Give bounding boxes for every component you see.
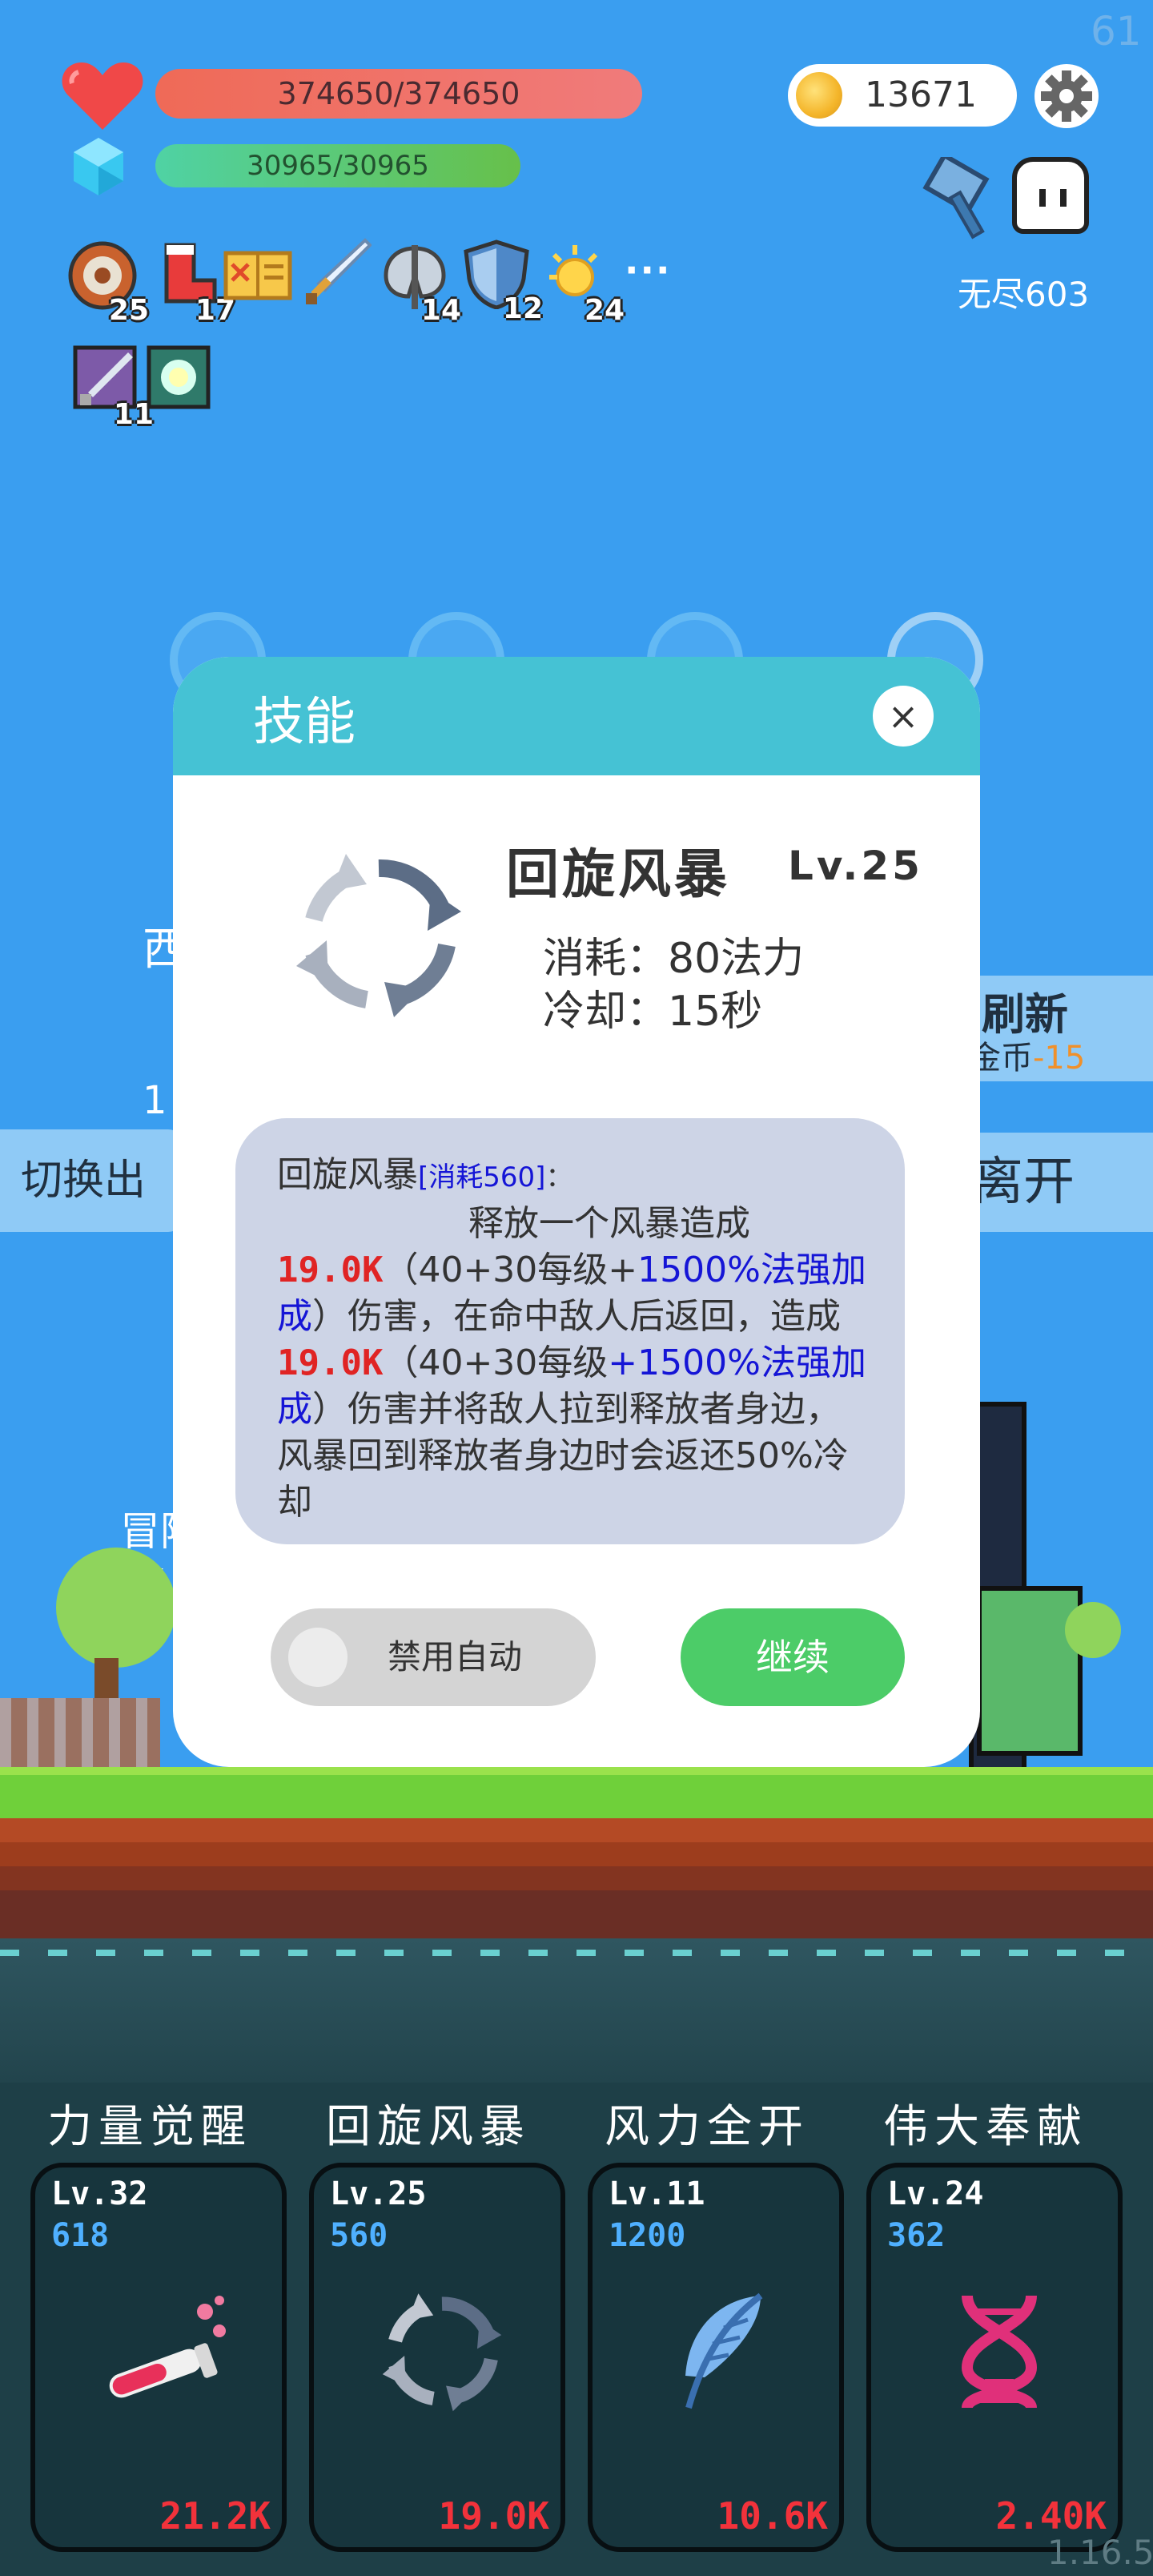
buff-count: 12 (502, 292, 543, 325)
skill-damage: 10.6K (717, 2494, 828, 2538)
skill-card-full-wind[interactable]: Lv.11 1200 10.6K (588, 2163, 844, 2552)
skill-description: 回旋风暴[消耗560]： 释放一个风暴造成 19.0K（40+30每级+1500… (277, 1152, 870, 1526)
mp-bar: 30965/30965 (155, 144, 520, 187)
desc-part2a: （40+30每级 (383, 1342, 609, 1383)
coin-icon (796, 72, 842, 119)
skill-damage: 19.0K (438, 2494, 549, 2538)
desc-part1c: ）伤害，在命中敌人后返回，造成 (312, 1296, 841, 1337)
skill-level: Lv.25 (330, 2176, 427, 2212)
endless-level-label: 无尽603 (958, 275, 1090, 314)
skill-card-whirlwind[interactable]: Lv.25 560 19.0K (309, 2163, 565, 2552)
buff-slot[interactable]: 12 (461, 239, 543, 325)
skill-card-strength-awaken[interactable]: Lv.32 618 21.2K (30, 2163, 287, 2552)
stage-number: 1 (143, 1078, 167, 1123)
buff-slot[interactable] (301, 237, 378, 314)
toggle-label: 禁用自动 (388, 1637, 523, 1676)
buff-slot[interactable]: 11 (72, 344, 154, 431)
hp-value: 374650/374650 (277, 76, 520, 111)
hp-bar: 374650/374650 (155, 69, 642, 119)
buff-slot[interactable]: 24 (543, 240, 625, 327)
desc-cost-tag: [消耗560] (418, 1161, 546, 1193)
auto-cast-toggle[interactable]: 禁用自动 (271, 1608, 596, 1706)
skill-cooldown: 冷却：15秒 (543, 988, 763, 1036)
mp-value: 30965/30965 (247, 150, 429, 182)
leave-button[interactable]: 离开 (953, 1133, 1153, 1232)
coin-value: 13671 (865, 74, 977, 115)
buff-count: 24 (584, 294, 625, 327)
relic-axe-icon[interactable] (916, 157, 1007, 240)
refresh-cost-value: -15 (1033, 1040, 1086, 1077)
skill-title-1: 力量觉醒 (47, 2101, 252, 2153)
skill-title-4: 伟大奉献 (883, 2101, 1088, 2153)
continue-button[interactable]: 继续 (681, 1608, 905, 1706)
skill-cost: 消耗：80法力 (543, 935, 805, 983)
skill-level: Lv.25 (788, 843, 923, 889)
ground-grass (0, 1767, 1153, 1818)
buff-slot[interactable]: 17 (154, 240, 235, 327)
skill-card-great-devotion[interactable]: Lv.24 362 2.40K (866, 2163, 1123, 2552)
refresh-cost: 金币-15 (969, 1032, 1085, 1078)
whirlwind-icon (382, 2293, 502, 2412)
ghost-pet-icon[interactable] (1012, 157, 1089, 234)
buff-slot[interactable]: 14 (380, 240, 461, 327)
more-buffs-button[interactable]: ··· (625, 248, 671, 292)
skill-mana: 1200 (609, 2217, 686, 2254)
desc-colon: ： (545, 1161, 573, 1193)
enemy-figure-body (977, 1586, 1083, 1756)
sword-icon (306, 238, 372, 304)
buff-count: 14 (420, 294, 461, 327)
refresh-button[interactable]: 刷新 金币-15 (953, 976, 1153, 1081)
skill-mana: 362 (887, 2217, 946, 2254)
buff-slot[interactable] (223, 240, 299, 317)
fps-counter: 61 (1091, 8, 1142, 54)
dialog-title: 技能 (253, 693, 356, 752)
skill-damage: 21.2K (159, 2494, 271, 2538)
toggle-knob[interactable] (288, 1628, 348, 1687)
skill-damage: 2.40K (995, 2494, 1107, 2538)
desc-part1a: （40+30每级+ (383, 1250, 638, 1290)
dialog-header: 技能 × (173, 657, 980, 775)
scroll-icon (223, 251, 292, 300)
ground-dirt (0, 1818, 1153, 1938)
feather-icon (685, 2292, 763, 2409)
gear-icon[interactable] (1033, 62, 1100, 130)
mana-gem-icon (74, 138, 123, 195)
skill-level: Lv.11 (609, 2176, 705, 2212)
buff-count: 25 (108, 294, 149, 327)
desc-part2c: ）伤害并将敌人拉到释放者身边，风暴回到释放者身边时会返还50%冷却 (277, 1389, 849, 1523)
heart-icon (62, 62, 143, 130)
skill-mana: 618 (51, 2217, 110, 2254)
skill-mana: 560 (330, 2217, 388, 2254)
switch-button[interactable]: 切换出 (0, 1129, 184, 1232)
gem-frame-icon (147, 345, 211, 409)
desc-skill-name: 回旋风暴 (277, 1154, 418, 1195)
whirlwind-icon (296, 854, 461, 1017)
desc-damage-2: 19.0K (277, 1342, 384, 1383)
skill-description-box: 回旋风暴[消耗560]： 释放一个风暴造成 19.0K（40+30每级+1500… (235, 1118, 905, 1544)
desc-damage-1: 19.0K (277, 1250, 384, 1290)
skill-dialog: 技能 × 回旋风暴 Lv.25 消耗：80法力 冷却：15秒 回旋风暴[消耗56… (173, 657, 980, 1767)
water-line (0, 1950, 1153, 1956)
fence (0, 1698, 160, 1770)
close-button[interactable]: × (873, 686, 934, 747)
version-label: 1.16.5 (1047, 2533, 1153, 2572)
skill-name: 回旋风暴 (506, 843, 730, 905)
coin-counter: 13671 (788, 64, 1017, 127)
buff-slot[interactable] (146, 344, 223, 421)
skill-level: Lv.32 (51, 2176, 148, 2212)
buff-slot[interactable]: 25 (67, 240, 149, 327)
potion-icon (109, 2296, 226, 2398)
skill-level: Lv.24 (887, 2176, 984, 2212)
skill-title-3: 风力全开 (605, 2101, 810, 2153)
tree-left (56, 1548, 176, 1668)
dna-icon (961, 2295, 1038, 2410)
tree-right (1065, 1602, 1121, 1658)
skill-title-2: 回旋风暴 (326, 2101, 531, 2153)
desc-line1: 释放一个风暴造成 (468, 1203, 750, 1244)
